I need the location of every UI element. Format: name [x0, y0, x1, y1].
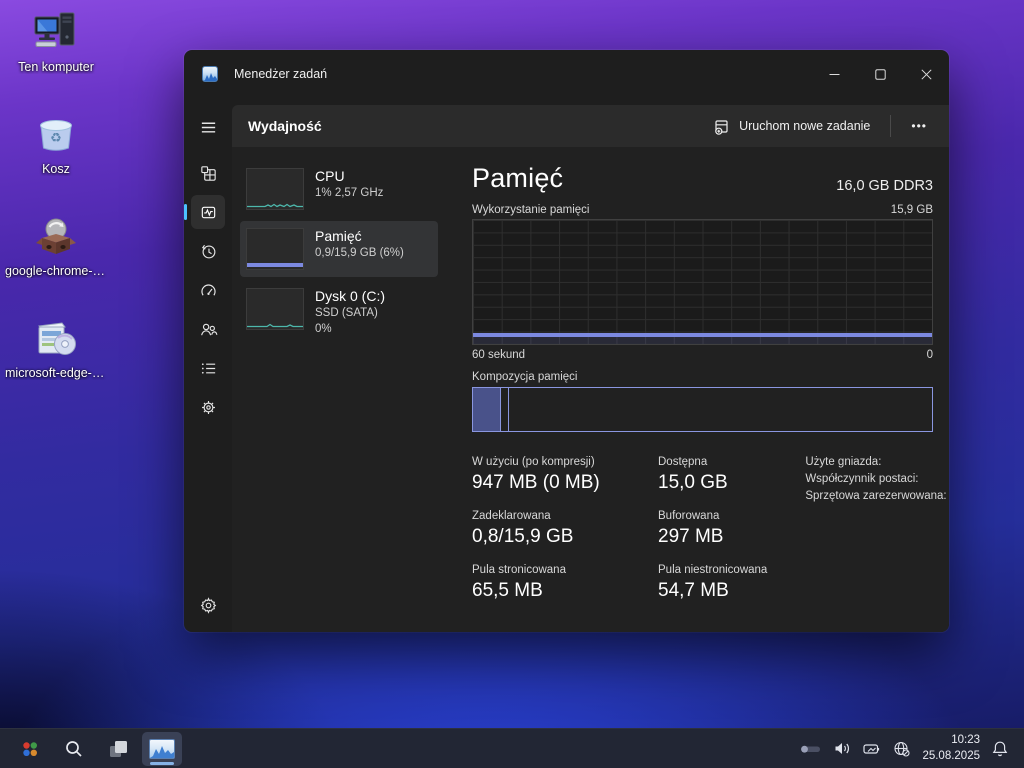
task-manager-window: Menedżer zadań	[184, 50, 949, 632]
more-options-button[interactable]: •••	[899, 113, 939, 139]
memory-title: Pamięć	[472, 163, 563, 194]
sidebar-item-users[interactable]	[191, 312, 225, 346]
sidebar-item-performance[interactable]	[191, 195, 225, 229]
close-button[interactable]	[903, 50, 949, 98]
perf-item-detail: 1% 2,57 GHz	[315, 186, 383, 202]
time-end-label: 0	[927, 349, 933, 361]
desktop-icon-edge-installer[interactable]: microsoft-edge-c...	[5, 314, 107, 380]
sidebar-item-startup-apps[interactable]	[191, 273, 225, 307]
composition-in-use-segment	[473, 388, 501, 431]
desktop-icon-label: google-chrome-p...	[5, 264, 107, 278]
volume-icon[interactable]	[834, 741, 851, 756]
task-view-icon	[107, 738, 129, 760]
page-header: Wydajność Uruchom nowe zadanie •••	[232, 105, 949, 147]
memory-composition-label: Kompozycja pamięci	[472, 371, 933, 383]
package-icon	[32, 212, 80, 260]
memory-capacity: 16,0 GB DDR3	[836, 178, 933, 194]
desktop-icon-label: Kosz	[5, 162, 107, 176]
stat-in-use: W użyciu (po kompresji) 947 MB (0 MB)	[472, 456, 630, 494]
perf-item-detail: SSD (SATA)	[315, 306, 385, 322]
stat-available: Dostępna 15,0 GB	[658, 456, 767, 494]
sidebar-item-details[interactable]	[191, 351, 225, 385]
taskbar: 10:23 25.08.2025	[0, 728, 1024, 768]
desktop-icon-this-pc[interactable]: Ten komputer	[5, 8, 107, 74]
battery-icon[interactable]	[863, 742, 881, 756]
time-window-label: 60 sekund	[472, 349, 525, 361]
run-new-task-button[interactable]: Uruchom nowe zadanie	[701, 111, 882, 142]
perf-item-name: Pamięć	[315, 228, 404, 244]
sidebar-item-services[interactable]	[191, 390, 225, 424]
navigation-menu-button[interactable]	[191, 110, 225, 144]
disk-mini-chart	[246, 288, 304, 330]
computer-icon	[32, 8, 80, 56]
memory-usage-line	[473, 333, 932, 337]
search-button[interactable]	[54, 732, 94, 766]
detail-hardware-reserved: Sprzętowa zarezerwowana: 87,7 MB	[805, 490, 949, 502]
stat-non-paged-pool: Pula niestronicowana 54,7 MB	[658, 564, 767, 602]
sidebar-item-app-history[interactable]	[191, 234, 225, 268]
composition-modified-segment	[501, 388, 509, 431]
detail-form-factor: Współczynnik postaci: SODIMM	[805, 473, 949, 485]
desktop-icon-label: Ten komputer	[5, 60, 107, 74]
memory-usage-label: Wykorzystanie pamięci	[472, 204, 590, 216]
memory-mini-chart	[246, 228, 304, 270]
tray-indicator-icon[interactable]	[800, 745, 822, 753]
perf-item-detail: 0,9/15,9 GB (6%)	[315, 246, 404, 262]
stat-cached: Buforowana 297 MB	[658, 510, 767, 548]
recycle-bin-icon: ♻	[32, 110, 80, 158]
perf-item-name: CPU	[315, 168, 383, 184]
memory-usage-fill	[473, 337, 932, 344]
svg-text:♻: ♻	[50, 130, 62, 145]
memory-composition-bar[interactable]	[472, 387, 933, 432]
installer-icon	[32, 314, 80, 362]
run-new-task-label: Uruchom nowe zadanie	[739, 119, 870, 133]
cpu-mini-chart	[246, 168, 304, 210]
detail-slots-used: Użyte gniazda: 2 z 2	[805, 456, 949, 468]
memory-usage-chart[interactable]	[472, 219, 933, 345]
start-button[interactable]	[10, 732, 50, 766]
network-no-internet-icon[interactable]	[893, 741, 910, 757]
memory-panel: Pamięć 16,0 GB DDR3 Wykorzystanie pamięc…	[444, 147, 949, 632]
stat-committed: Zadeklarowana 0,8/15,9 GB	[472, 510, 630, 548]
memory-stats: W użyciu (po kompresji) 947 MB (0 MB) Do…	[472, 456, 767, 602]
taskbar-item-task-manager[interactable]	[142, 732, 182, 766]
desktop-icon-label: microsoft-edge-c...	[5, 366, 107, 380]
task-manager-icon	[149, 739, 175, 759]
titlebar[interactable]: Menedżer zadań	[184, 50, 949, 98]
memory-hardware-details: Użyte gniazda: 2 z 2 Współczynnik postac…	[805, 456, 949, 602]
perf-item-name: Dysk 0 (C:)	[315, 288, 385, 304]
run-new-task-icon	[713, 118, 730, 135]
desktop-icon-recycle-bin[interactable]: ♻ Kosz	[5, 110, 107, 176]
task-view-button[interactable]	[98, 732, 138, 766]
memory-scale-max: 15,9 GB	[891, 204, 933, 216]
minimize-button[interactable]	[811, 50, 857, 98]
taskbar-clock[interactable]: 10:23 25.08.2025	[922, 733, 980, 764]
settings-button[interactable]	[191, 588, 225, 622]
desktop-icon-chrome-installer[interactable]: google-chrome-p...	[5, 212, 107, 278]
start-icon	[20, 739, 40, 759]
task-manager-app-icon	[202, 66, 218, 82]
notifications-bell-icon[interactable]	[992, 740, 1008, 757]
header-divider	[890, 115, 891, 137]
performance-list: CPU 1% 2,57 GHz Pamięć 0,9/15,9 GB (6%)	[232, 147, 444, 632]
stat-paged-pool: Pula stronicowana 65,5 MB	[472, 564, 630, 602]
perf-item-disk[interactable]: Dysk 0 (C:) SSD (SATA) 0%	[240, 281, 438, 344]
page-title: Wydajność	[248, 118, 322, 134]
clock-date: 25.08.2025	[922, 749, 980, 765]
search-icon	[64, 739, 84, 759]
sidebar-item-processes[interactable]	[191, 156, 225, 190]
clock-time: 10:23	[922, 733, 980, 749]
perf-item-detail2: 0%	[315, 322, 385, 338]
window-title: Menedżer zadań	[234, 67, 327, 81]
perf-item-cpu[interactable]: CPU 1% 2,57 GHz	[240, 161, 438, 217]
perf-item-memory[interactable]: Pamięć 0,9/15,9 GB (6%)	[240, 221, 438, 277]
maximize-button[interactable]	[857, 50, 903, 98]
sidebar	[184, 98, 232, 632]
